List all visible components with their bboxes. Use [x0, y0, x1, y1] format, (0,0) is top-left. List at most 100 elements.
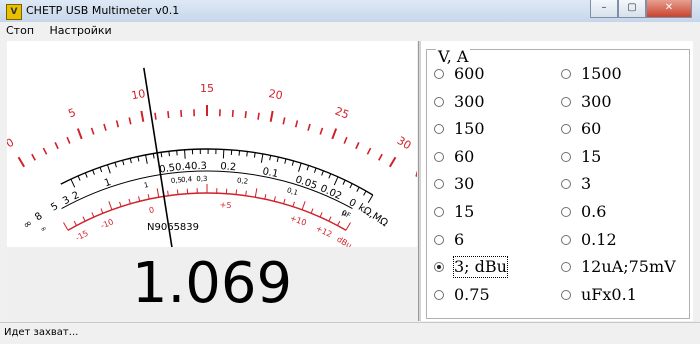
va-tick [367, 148, 370, 154]
ohm-tick [368, 195, 373, 203]
radio-button[interactable] [434, 235, 444, 245]
range-option-label: 0.6 [581, 202, 606, 222]
range-option-label: 60 [581, 119, 601, 139]
range-option-right-1[interactable]: 300 [561, 92, 612, 112]
range-option-left-5[interactable]: 15 [434, 202, 474, 222]
maximize-button[interactable]: ▢ [618, 0, 646, 18]
dbu-tick [177, 190, 178, 195]
range-option-right-2[interactable]: 60 [561, 119, 601, 139]
range-option-left-8[interactable]: 0.75 [434, 285, 490, 305]
va-tick [332, 129, 336, 139]
ohm-tick [329, 174, 331, 179]
va-tick [344, 137, 347, 143]
va-unit-label: V, A [411, 166, 417, 190]
range-option-left-7[interactable]: 3; dBu [434, 257, 507, 277]
dbu-tick [92, 212, 94, 217]
dbu-tick [255, 188, 257, 197]
dbu-tick [246, 191, 247, 196]
ohm-tick [261, 154, 263, 163]
ohm-scale-label: 0.1 [261, 166, 279, 180]
radio-button[interactable] [561, 262, 571, 272]
radio-button[interactable] [434, 97, 444, 107]
cap-scale-label: 1 [143, 181, 149, 190]
range-option-left-4[interactable]: 30 [434, 174, 474, 194]
range-option-right-6[interactable]: 0.12 [561, 230, 617, 250]
dbu-tick [265, 194, 266, 199]
range-option-right-7[interactable]: 12uA;75mV [561, 257, 676, 277]
ohm-scale-label: 0.3 [191, 161, 207, 172]
ohm-scale-label: 1 [103, 177, 113, 189]
radio-button[interactable] [434, 207, 444, 217]
range-option-left-2[interactable]: 150 [434, 119, 485, 139]
ohm-tick [364, 191, 366, 195]
ohm-tick [270, 155, 271, 160]
radio-button[interactable] [434, 69, 444, 79]
radio-button[interactable] [561, 235, 571, 245]
range-option-left-1[interactable]: 300 [434, 92, 485, 112]
va-tick [168, 111, 169, 118]
meter-needle [144, 68, 179, 247]
ohm-scale-label: ∞ [21, 218, 34, 232]
radio-button[interactable] [434, 179, 444, 189]
ohm-tick [78, 176, 80, 181]
radio-button[interactable] [434, 124, 444, 134]
ohm-tick [85, 173, 87, 178]
range-option-label: 1500 [581, 64, 622, 84]
dbu-tick [64, 222, 69, 230]
ohm-tick [71, 179, 75, 187]
radio-button[interactable] [561, 69, 571, 79]
ohm-scale-label: kΩ,MΩ [356, 202, 390, 229]
dbu-tick [293, 202, 295, 207]
ohm-tick [343, 180, 345, 185]
radio-button[interactable] [561, 179, 571, 189]
dbu-tick [311, 209, 313, 214]
va-tick [379, 154, 382, 160]
va-tick [233, 110, 234, 117]
serial-number: N9065839 [147, 222, 199, 233]
range-option-right-5[interactable]: 0.6 [561, 202, 606, 222]
radio-button[interactable] [561, 290, 571, 300]
analog-meter: 051015202530V, A∞853210.50.40.30.20.10.0… [7, 41, 417, 320]
va-tick [43, 148, 46, 154]
ohm-tick [130, 158, 131, 163]
range-option-label: 600 [454, 64, 485, 84]
dbu-tick [346, 222, 351, 230]
va-tick [92, 128, 94, 135]
range-option-left-3[interactable]: 60 [434, 147, 474, 167]
va-scale-label: 30 [395, 134, 414, 152]
radio-button[interactable] [561, 207, 571, 217]
close-button[interactable]: ✕ [646, 0, 692, 18]
range-option-right-0[interactable]: 1500 [561, 64, 622, 84]
va-tick [308, 124, 310, 131]
range-option-left-6[interactable]: 6 [434, 230, 464, 250]
window-title: CHETP USB Multimeter v0.1 [26, 4, 179, 17]
va-scale-label: 15 [200, 82, 214, 95]
menu-stop[interactable]: Стоп [0, 22, 40, 37]
range-option-right-4[interactable]: 3 [561, 174, 591, 194]
radio-button[interactable] [561, 97, 571, 107]
range-option-label: 30 [454, 174, 474, 194]
va-scale-label: 25 [333, 105, 351, 122]
cap-scale-label: 0,1 [286, 186, 299, 197]
menu-settings[interactable]: Настройки [44, 22, 118, 37]
radio-button[interactable] [434, 290, 444, 300]
dbu-tick [284, 199, 285, 204]
radio-button[interactable] [434, 152, 444, 162]
cap-scale-label: 0,3 [196, 175, 207, 183]
radio-button[interactable] [561, 124, 571, 134]
dbu-tick [236, 190, 237, 195]
radio-button[interactable] [434, 262, 444, 272]
range-option-right-8[interactable]: uFx0.1 [561, 285, 637, 305]
minimize-button[interactable]: – [590, 0, 618, 18]
range-option-right-3[interactable]: 15 [561, 147, 601, 167]
dbu-scale-label: +12 [314, 224, 333, 239]
ohm-tick [100, 167, 102, 172]
radio-button[interactable] [561, 152, 571, 162]
dbu-scale-label: dBu [335, 235, 353, 247]
va-tick [245, 111, 246, 118]
range-option-left-0[interactable]: 600 [434, 64, 485, 84]
ohm-scale-label: 0 [347, 197, 358, 210]
range-option-label: 15 [454, 202, 474, 222]
va-tick [55, 142, 58, 148]
range-option-label: uFx0.1 [581, 285, 637, 305]
